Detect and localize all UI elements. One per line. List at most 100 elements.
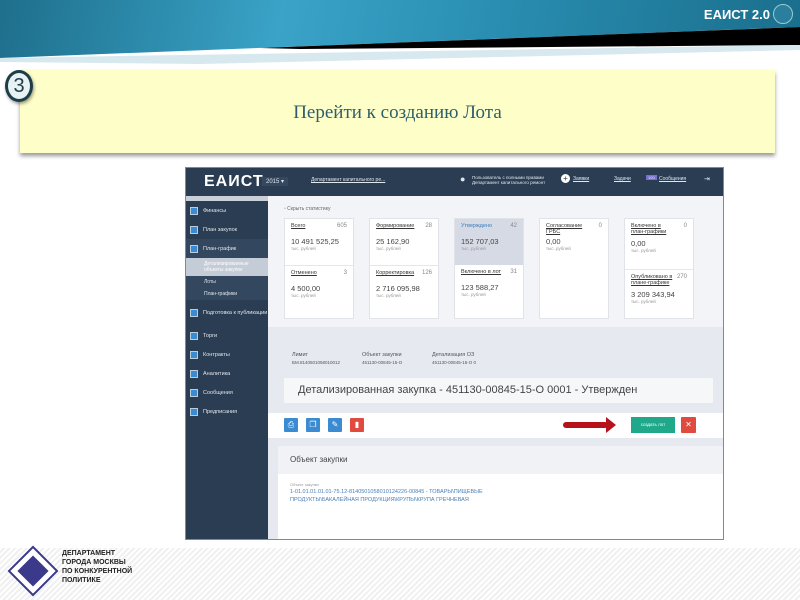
info-limit: Лимит БМ.8140501058010012: [292, 352, 340, 365]
edit-icon: [190, 309, 198, 317]
org-line: ПО КОНКУРЕНТНОЙ: [62, 568, 133, 575]
copy-button[interactable]: ❐: [306, 418, 320, 432]
stat-count: 605: [336, 223, 347, 229]
sidebar-item-orders[interactable]: Предписания: [186, 402, 268, 421]
sidebar-item-messages[interactable]: Сообщения: [186, 383, 268, 402]
stat-count: 0: [598, 223, 602, 229]
stat-value: 25 162,90: [376, 237, 410, 246]
edit-button[interactable]: ✎: [328, 418, 342, 432]
sidebar-label: План-график: [203, 245, 237, 252]
user-info[interactable]: Пользователь с полными правами Департамен…: [472, 175, 545, 185]
user-org: Департамент капитального ремонт: [472, 180, 546, 185]
order-icon: [190, 407, 198, 416]
stat-card: Формирование 28 25 162,90 тыс. рублей Корре…: [369, 218, 439, 319]
chart-icon: [190, 369, 198, 378]
object-field-value[interactable]: 1-01.01.01.01.01-75.12-81405010580101242…: [290, 489, 490, 504]
stat-label: Согласование ГРБС: [546, 223, 583, 235]
stat-cell[interactable]: Отменено 3 4 500,00 тыс. рублей: [285, 265, 353, 302]
sidebar-item-purchase-plan[interactable]: План закупок: [186, 220, 268, 239]
info-object: Объект закупки 451130-00845-15-О: [362, 352, 402, 365]
sidebar-item-finance[interactable]: Финансы: [186, 201, 268, 220]
sidebar-label: Аналитика: [203, 370, 231, 377]
info-label: Детализация ОЗ: [432, 352, 475, 358]
sidebar-item-contracts[interactable]: Контракты: [186, 345, 268, 364]
stat-cell[interactable]: Формирование 28 25 162,90 тыс. рублей: [370, 219, 438, 255]
info-value: 451130-00845-15-О: [362, 360, 403, 365]
stat-cell[interactable]: Опубликовано в плане-графике 270 3 209 343…: [625, 269, 693, 308]
info-detail: Детализация ОЗ 451130-00845-15-О 0: [432, 352, 476, 365]
stat-card: Утверждено 42 152 707,03 тыс. рублей Включе…: [454, 218, 524, 319]
sidebar-item-analytics[interactable]: Аналитика: [186, 364, 268, 383]
sidebar-label: Подготовка к публикации: [203, 310, 268, 316]
auction-icon: [190, 331, 198, 340]
sidebar-sub-detailed-objects[interactable]: Детализированные объекты закупок: [186, 258, 268, 276]
sidebar: Финансы План закупок План-график Детализ…: [186, 196, 268, 539]
org-select[interactable]: Департамент капитального ре...: [311, 177, 385, 183]
brand-logo-icon: [773, 4, 793, 24]
stat-value: 152 707,03: [461, 237, 499, 246]
stat-count: 3: [343, 270, 347, 276]
step-number: 3: [5, 70, 33, 102]
messages-badge: 100: [646, 175, 657, 180]
org-line: ДЕПАРТАМЕНТ: [62, 550, 116, 557]
plan-icon: [190, 225, 198, 234]
stat-count: 126: [421, 270, 432, 276]
sidebar-sub-lots[interactable]: Лоты: [186, 276, 268, 288]
nav-tasks[interactable]: Задачи: [614, 176, 631, 182]
instruction-text: Перейти к созданию Лота: [293, 102, 502, 123]
stat-value: 3 209 343,94: [631, 290, 675, 299]
delete-button[interactable]: ▮: [350, 418, 364, 432]
stat-cell[interactable]: Согласование ГРБС 0 0,00 тыс. рублей: [540, 219, 608, 255]
stat-label: Включено в лот: [461, 269, 502, 275]
hide-stats-label: Скрыть статистику: [287, 206, 331, 212]
sidebar-label: Предписания: [203, 408, 238, 415]
stat-cell[interactable]: Включено в лот 31 123 588,27 тыс. рублей: [455, 265, 523, 301]
stat-cell[interactable]: Всего 605 10 491 525,25 тыс. рублей: [285, 219, 353, 255]
stat-unit: тыс. рублей: [291, 293, 316, 298]
sidebar-item-publication-prep[interactable]: Подготовка к публикации: [186, 300, 268, 326]
stat-count: 42: [510, 223, 517, 229]
year-select[interactable]: 2015 ▾: [262, 177, 289, 186]
main-content: ▫ Скрыть статистику Всего 605 10 491 525,2…: [268, 196, 723, 539]
org-line: ГОРОДА МОСКВЫ: [62, 559, 126, 566]
year-value: 2015: [266, 179, 280, 185]
stat-cell-selected[interactable]: Утверждено 42 152 707,03 тыс. рублей: [455, 219, 523, 265]
sidebar-item-auctions[interactable]: Торги: [186, 326, 268, 345]
logout-icon[interactable]: ⇥: [704, 175, 710, 183]
action-toolbar: ⎙ ❐ ✎ ▮ создать лот ✕: [268, 413, 723, 438]
app-screenshot: ЕАИСТ 2015 ▾ Департамент капитального ре…: [185, 167, 724, 540]
stat-card: Включено в план-графики 0 0,00 тыс. рублей …: [624, 218, 694, 319]
finance-icon: [190, 206, 198, 215]
nav-requests[interactable]: Заявки: [573, 176, 589, 182]
org-line: ПОЛИТИКЕ: [62, 577, 101, 584]
info-label: Лимит: [292, 352, 309, 358]
sidebar-sub-schedules[interactable]: План-графики: [186, 288, 268, 300]
schedule-icon: [190, 244, 198, 253]
stat-label: Утверждено: [461, 223, 493, 229]
stat-cell[interactable]: Включено в план-графики 0 0,00 тыс. рублей: [625, 219, 693, 257]
create-lot-button[interactable]: создать лот: [631, 417, 675, 433]
stat-value: 2 716 095,98: [376, 284, 420, 293]
close-button[interactable]: ✕: [681, 417, 696, 433]
hide-stats-toggle[interactable]: ▫ Скрыть статистику: [284, 206, 330, 212]
stat-label: Отменено: [291, 270, 317, 276]
app-header: ЕАИСТ 2015 ▾ Департамент капитального ре…: [186, 168, 723, 196]
stat-count: 28: [425, 223, 432, 229]
stat-value: 0,00: [546, 237, 561, 246]
sidebar-item-schedule[interactable]: План-график: [186, 239, 268, 258]
stat-value: 10 491 525,25: [291, 237, 339, 246]
stat-cell[interactable]: Корректировка 126 2 716 095,98 тыс. рублей: [370, 265, 438, 302]
object-card-header: Объект закупки: [278, 446, 723, 474]
add-icon[interactable]: +: [561, 174, 570, 183]
stat-value: 4 500,00: [291, 284, 321, 293]
stat-label: Включено в план-графики: [631, 223, 667, 235]
sidebar-label: Сообщения: [203, 389, 233, 396]
object-field-label: Объект закупки: [290, 482, 319, 487]
stat-unit: тыс. рублей: [291, 246, 316, 251]
stats-panel: ▫ Скрыть статистику Всего 605 10 491 525,2…: [268, 196, 723, 327]
app-logo: ЕАИСТ: [204, 173, 264, 190]
nav-messages[interactable]: Сообщения: [659, 176, 686, 182]
print-button[interactable]: ⎙: [284, 418, 298, 432]
contract-icon: [190, 350, 198, 359]
stat-unit: тыс. рублей: [546, 246, 571, 251]
